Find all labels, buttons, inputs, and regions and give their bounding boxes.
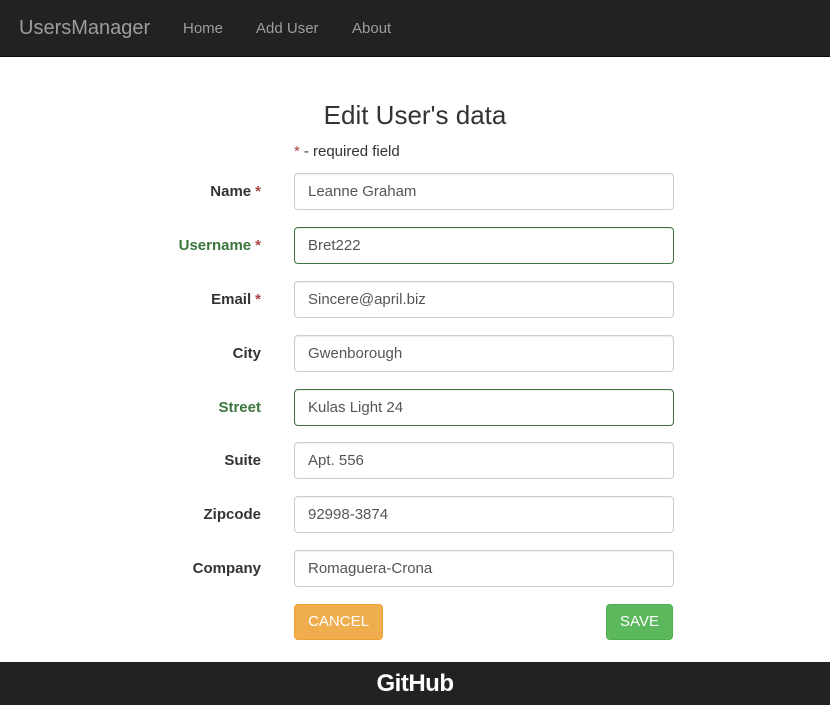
- field-label-username: Username *: [179, 227, 261, 264]
- required-star: *: [255, 237, 261, 254]
- nav-link-about[interactable]: About: [352, 0, 391, 57]
- field-label-company: Company: [192, 560, 261, 577]
- field-label-suite: Suite: [224, 452, 261, 469]
- navbar: UsersManager Home Add User About: [0, 0, 830, 57]
- nav-link-home[interactable]: Home: [183, 0, 223, 57]
- field-label-email: Email *: [211, 281, 261, 318]
- username-input[interactable]: [294, 227, 674, 264]
- field-label-name: Name *: [210, 173, 261, 210]
- field-label-city: City: [232, 345, 261, 362]
- field-label-zipcode: Zipcode: [203, 506, 261, 523]
- company-input[interactable]: [294, 550, 674, 587]
- required-field-note: * - required field: [294, 143, 400, 161]
- required-star: *: [255, 291, 261, 308]
- footer: GitHub: [0, 662, 830, 705]
- suite-input[interactable]: [294, 442, 674, 479]
- nav-link-add-user[interactable]: Add User: [256, 0, 319, 57]
- required-star: *: [255, 183, 261, 200]
- github-logo[interactable]: GitHub: [377, 668, 454, 699]
- email-input[interactable]: [294, 281, 674, 318]
- city-input[interactable]: [294, 335, 674, 372]
- name-input[interactable]: [294, 173, 674, 210]
- field-label-text: Email: [211, 291, 252, 308]
- field-label-text: Username: [178, 237, 252, 254]
- save-button[interactable]: SAVE: [606, 604, 673, 640]
- field-label-street: Street: [218, 399, 261, 416]
- street-input[interactable]: [294, 389, 674, 426]
- field-label-text: Name: [210, 183, 252, 200]
- page-title: Edit User's data: [323, 100, 507, 130]
- required-note-text: - required field: [303, 143, 400, 160]
- zipcode-input[interactable]: [294, 496, 674, 533]
- cancel-button[interactable]: CANCEL: [294, 604, 383, 640]
- required-star: *: [294, 143, 300, 160]
- brand-link[interactable]: UsersManager: [19, 0, 150, 57]
